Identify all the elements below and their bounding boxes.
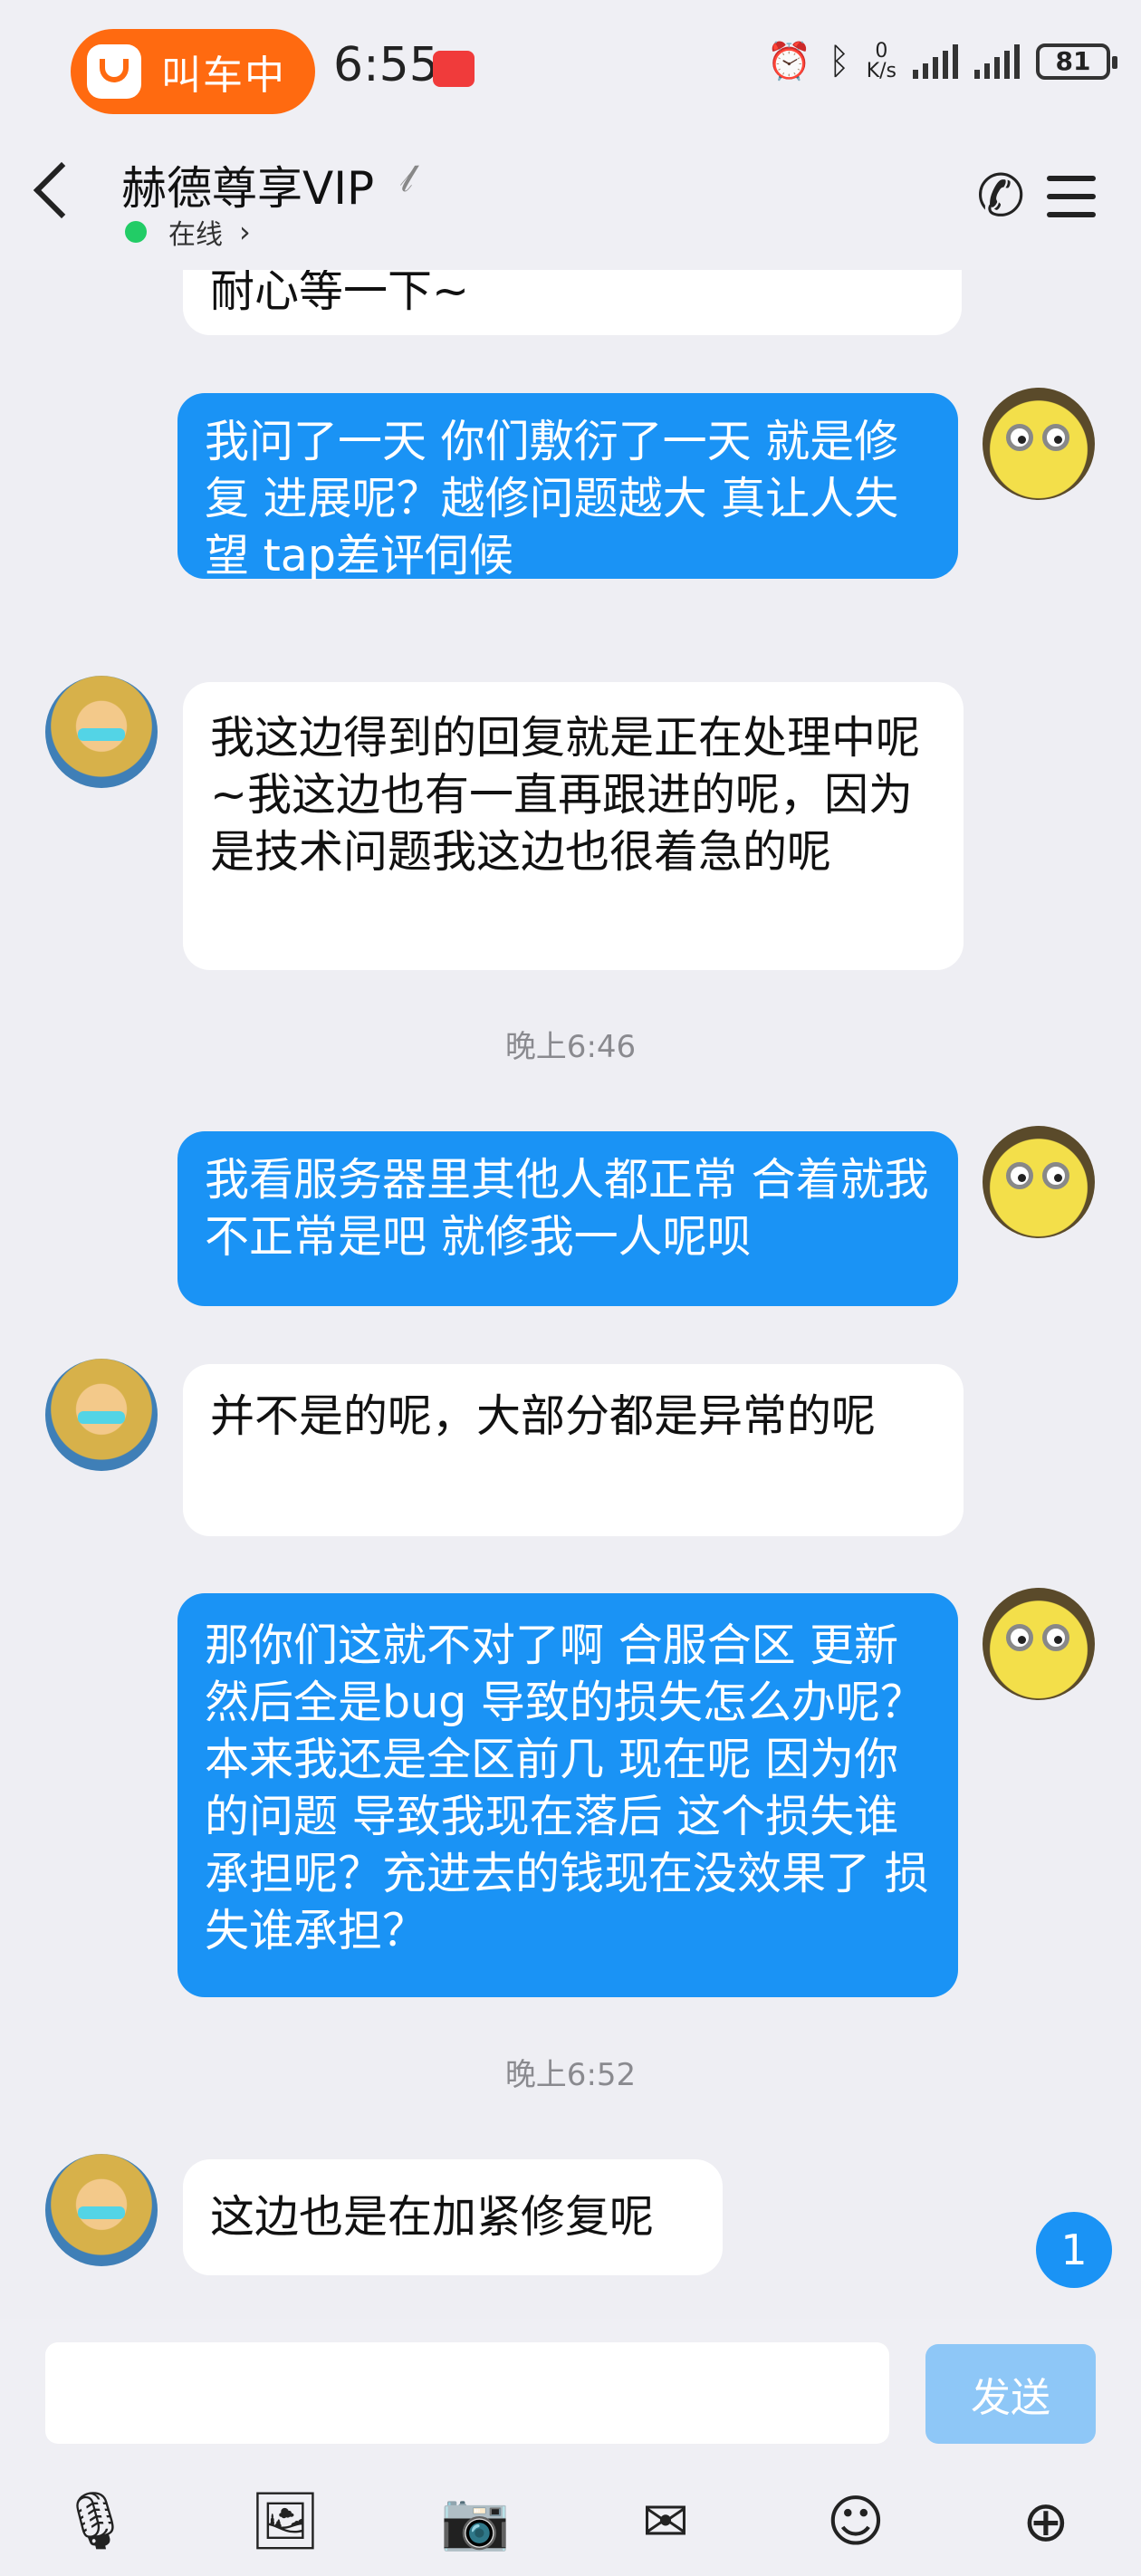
message-outgoing[interactable]: 那你们这就不对了啊 合服合区 更新 然后全是bug 导致的损失怎么办呢？本来我还… <box>177 1593 958 1997</box>
notification-app-icon <box>433 51 475 87</box>
signal-icon <box>913 43 958 79</box>
agent-avatar[interactable] <box>45 676 158 788</box>
status-bar: 叫车中 6:55 ⏰ ᛒ 0 K/s 81 <box>0 0 1141 136</box>
user-avatar[interactable] <box>983 1588 1095 1700</box>
hearing-icon[interactable]: 𝓁 <box>400 156 413 201</box>
agent-avatar[interactable] <box>45 1359 158 1471</box>
user-avatar[interactable] <box>983 388 1095 500</box>
back-icon[interactable] <box>33 161 91 219</box>
status-icons: ⏰ ᛒ 0 K/s 81 <box>766 39 1117 82</box>
message-incoming[interactable]: 这边也是在加紧修复呢 <box>183 2159 723 2275</box>
network-speed: 0 K/s <box>866 39 896 82</box>
emoji-icon[interactable]: ☺ <box>817 2482 895 2560</box>
online-status-label: 在线 <box>168 219 223 251</box>
menu-icon[interactable] <box>1047 176 1096 230</box>
composer: 发送 🎙 🖼 📷 ✉ ☺ ⊕ <box>0 2319 1141 2576</box>
ride-hailing-pill[interactable]: 叫车中 <box>71 29 315 114</box>
red-packet-icon[interactable]: ✉ <box>627 2482 705 2560</box>
message-timestamp: 晚上6:46 <box>504 1029 637 1065</box>
message-incoming[interactable]: 耐心等一下~ <box>183 270 962 335</box>
network-speed-value: 0 <box>875 39 888 62</box>
unread-count-badge[interactable]: 1 <box>1036 2212 1112 2288</box>
message-outgoing[interactable]: 我看服务器里其他人都正常 合着就我不正常是吧 就修我一人呢呗 <box>177 1131 958 1306</box>
chevron-right-icon: › <box>239 215 251 249</box>
message-outgoing[interactable]: 我问了一天 你们敷衍了一天 就是修复 进展呢？越修问题越大 真让人失望 tap差… <box>177 393 958 582</box>
network-speed-unit: K/s <box>866 59 896 82</box>
bluetooth-icon: ᛒ <box>828 40 850 82</box>
send-button[interactable]: 发送 <box>925 2344 1096 2444</box>
agent-avatar[interactable] <box>45 2154 158 2266</box>
ride-app-icon <box>87 44 141 99</box>
signal-icon-2 <box>974 43 1020 79</box>
camera-icon[interactable]: 📷 <box>436 2482 514 2560</box>
message-incoming[interactable]: 并不是的呢，大部分都是异常的呢 <box>183 1364 964 1536</box>
toolbar: 🎙 🖼 📷 ✉ ☺ ⊕ <box>0 2469 1141 2576</box>
user-avatar[interactable] <box>983 1126 1095 1238</box>
microphone-icon[interactable]: 🎙 <box>56 2482 134 2560</box>
phone-icon[interactable]: ✆ <box>976 163 1025 230</box>
clock: 6:55 <box>333 38 439 92</box>
chat-title[interactable]: 赫德尊享VIP <box>121 152 374 217</box>
online-dot <box>125 221 147 243</box>
message-input[interactable] <box>45 2342 889 2444</box>
message-list[interactable]: 耐心等一下~ 我问了一天 你们敷衍了一天 就是修复 进展呢？越修问题越大 真让人… <box>0 270 1141 2319</box>
plus-icon[interactable]: ⊕ <box>1007 2482 1085 2560</box>
battery-icon: 81 <box>1036 43 1117 80</box>
message-incoming[interactable]: 我这边得到的回复就是正在处理中呢~我这边也有一直再跟进的呢，因为是技术问题我这边… <box>183 682 964 970</box>
message-timestamp: 晚上6:52 <box>504 2057 637 2093</box>
online-status[interactable]: 在线 › <box>125 212 251 252</box>
chat-header: 赫德尊享VIP 𝓁 在线 › ✆ <box>0 136 1141 270</box>
ride-status-label: 叫车中 <box>161 53 286 99</box>
image-icon[interactable]: 🖼 <box>246 2482 324 2560</box>
alarm-icon: ⏰ <box>766 41 812 82</box>
